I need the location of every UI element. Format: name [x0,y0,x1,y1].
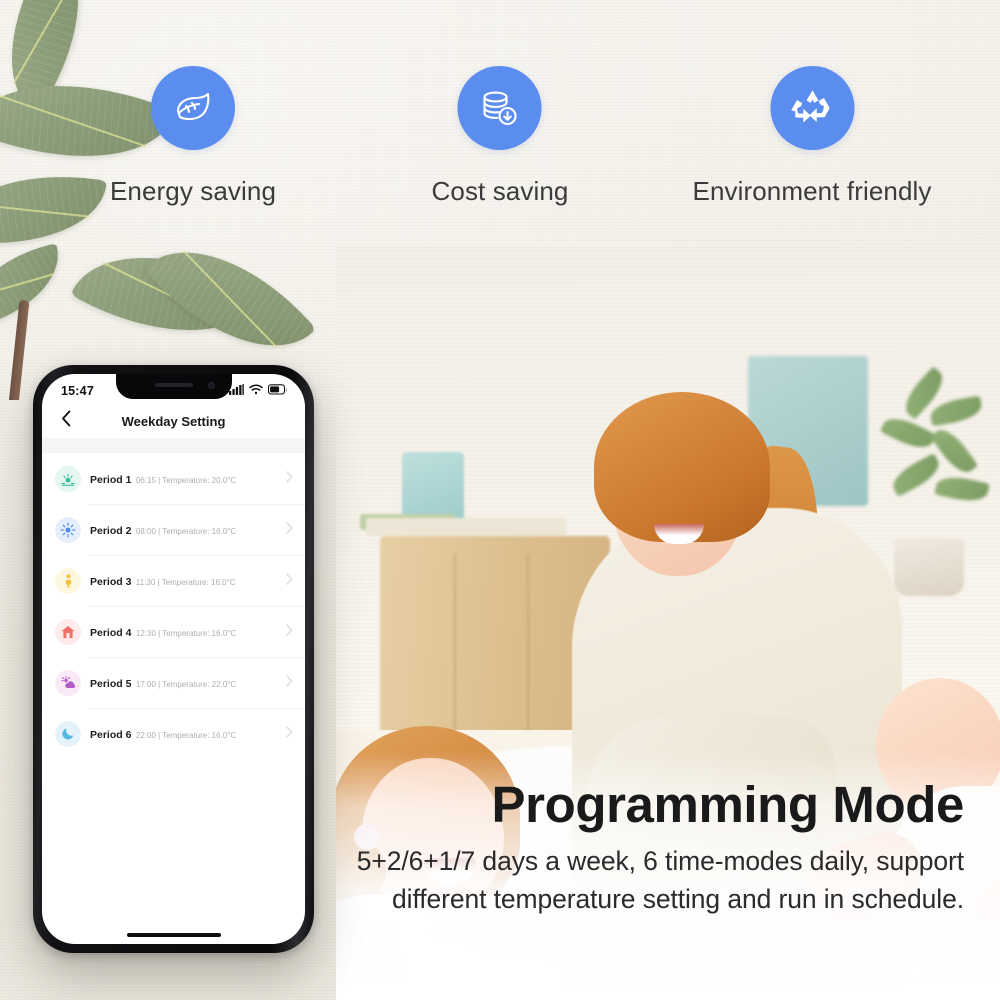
feature-label: Environment friendly [692,176,932,206]
period-detail: 17:00 | Temperature: 22.0°C [135,679,237,689]
period-detail: 08:00 | Temperature: 16.0°C [135,526,237,536]
headline-block: Programming Mode 5+2/6+1/7 days a week, … [304,776,965,918]
period-name: Period 6 [90,728,132,741]
period-detail: 06:15 | Temperature: 20.0°C [135,475,237,485]
period-name: Period 1 [90,473,132,486]
shelf [366,518,566,536]
list-item[interactable]: Period 3 11:30 | Temperature: 16.0°C [42,555,305,606]
moon-icon [55,720,81,747]
headline-description: 5+2/6+1/7 days a week, 6 time-modes dail… [356,846,964,914]
battery-icon [267,382,288,400]
recycle-icon [789,85,835,131]
status-time: 15:47 [61,384,94,398]
headline-title: Programming Mode [491,776,965,833]
sun-cloud-icon [55,669,81,696]
smartphone-mockup: 15:47 Weekday Setting Period 1 06:15 | T… [33,365,314,953]
sunrise-icon [55,465,81,492]
list-item[interactable]: Period 1 06:15 | Temperature: 20.0°C [42,453,305,504]
page-title: Weekday Setting [121,413,226,429]
room-plant [856,366,996,546]
period-name: Period 5 [90,677,132,690]
leaf-icon [169,84,217,132]
leaf-icon-bubble [151,66,235,150]
chevron-right-icon [286,725,293,743]
chevron-right-icon [286,674,293,692]
plant-stem [8,299,30,400]
recycle-icon-bubble [770,66,854,150]
period-detail: 22:00 | Temperature: 16.0°C [135,730,237,740]
period-name: Period 3 [90,575,132,588]
wifi-icon [249,382,263,400]
back-button[interactable] [56,410,76,432]
period-name: Period 2 [90,524,132,537]
phone-screen: 15:47 Weekday Setting Period 1 06:15 | T… [42,374,305,944]
feature-label: Cost saving [431,176,569,206]
feature-energy-saving: Energy saving [110,66,276,207]
chevron-left-icon [61,410,72,432]
chevron-right-icon [286,623,293,641]
app-navigation-bar: Weekday Setting [42,404,305,438]
feature-environment-friendly: Environment friendly [693,66,932,207]
plant-pot [894,538,964,596]
section-spacer [42,438,305,453]
period-detail: 11:30 | Temperature: 16.0°C [135,577,236,587]
list-item[interactable]: Period 6 22:00 | Temperature: 16.0°C [42,708,305,759]
coins-download-icon-bubble [457,66,542,150]
feature-cost-saving: Cost saving [432,66,569,207]
feature-badges: Energy saving Cost saving Environment fr… [0,66,1000,226]
front-camera [207,382,215,389]
chevron-right-icon [286,521,293,539]
chevron-right-icon [286,572,293,590]
period-detail: 12:30 | Temperature: 16.0°C [135,628,237,638]
home-indicator[interactable] [126,933,221,937]
coins-download-icon [476,84,524,132]
list-item[interactable]: Period 5 17:00 | Temperature: 22.0°C [42,657,305,708]
list-item[interactable]: Period 2 08:00 | Temperature: 16.0°C [42,504,305,555]
person-icon [55,567,81,594]
home-icon [55,618,81,645]
list-item[interactable]: Period 4 12:30 | Temperature: 16.0°C [42,606,305,657]
earpiece-speaker [154,383,193,387]
sun-icon [55,516,81,543]
phone-notch [115,374,232,399]
period-list: Period 1 06:15 | Temperature: 20.0°C Per… [42,453,305,759]
feature-label: Energy saving [109,176,277,206]
mother-hair [594,392,770,542]
plant-leaf [0,243,71,329]
chevron-right-icon [286,470,293,488]
period-name: Period 4 [90,626,132,639]
